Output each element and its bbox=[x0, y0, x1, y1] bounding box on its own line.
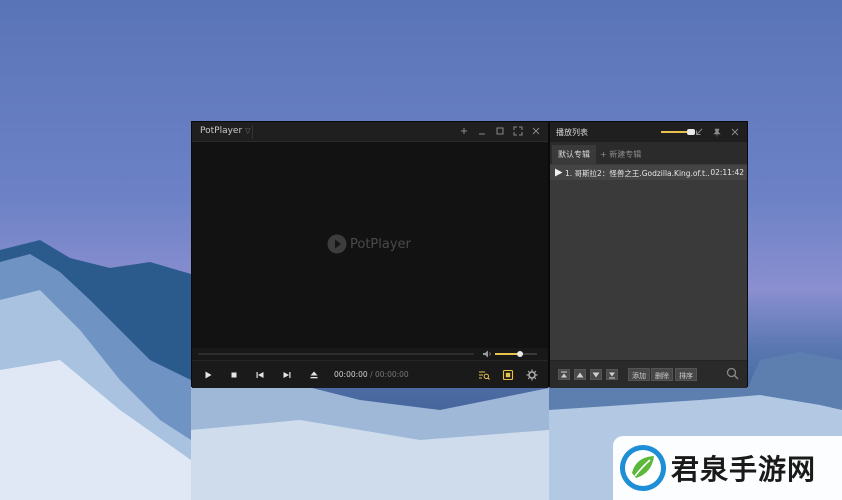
minimize-icon bbox=[479, 133, 485, 135]
playlist-titlebar[interactable]: 播放列表 bbox=[550, 122, 747, 142]
time-total: 00:00:00 bbox=[375, 370, 409, 379]
time-current: 00:00:00 bbox=[334, 370, 368, 379]
playlist-title: 播放列表 bbox=[556, 128, 588, 137]
arrow-down-left-icon bbox=[696, 128, 703, 135]
opacity-slider[interactable] bbox=[661, 129, 695, 135]
move-up-button[interactable] bbox=[574, 369, 586, 380]
right-toolbar bbox=[476, 367, 540, 383]
play-icon bbox=[205, 371, 212, 379]
maximize-button[interactable] bbox=[494, 125, 506, 137]
playlist-toggle-button[interactable] bbox=[476, 367, 492, 383]
potplayer-window: PotPlayer ▽ PotPlayer 00:00:00 / 00:00:0… bbox=[191, 121, 549, 388]
next-button[interactable] bbox=[279, 367, 295, 383]
leaf-logo-icon bbox=[620, 445, 666, 491]
list-item-title: 1. 哥斯拉2：怪兽之王.Godzilla.King.of.t... bbox=[565, 168, 710, 179]
search-icon[interactable] bbox=[726, 367, 739, 380]
move-top-icon bbox=[561, 371, 567, 377]
watermark-text: PotPlayer bbox=[350, 236, 411, 252]
player-titlebar[interactable]: PotPlayer ▽ bbox=[192, 122, 548, 142]
stop-icon bbox=[231, 372, 237, 378]
brand-label: PotPlayer bbox=[200, 126, 243, 136]
progress-row bbox=[192, 348, 548, 360]
minimize-button[interactable] bbox=[476, 125, 488, 137]
previous-button[interactable] bbox=[252, 367, 268, 383]
gear-icon bbox=[526, 369, 538, 381]
eject-icon bbox=[310, 371, 318, 379]
move-down-button[interactable] bbox=[590, 369, 602, 380]
time-display: 00:00:00 / 00:00:00 bbox=[334, 370, 409, 379]
volume-slider[interactable] bbox=[495, 351, 537, 357]
move-top-button[interactable] bbox=[558, 369, 570, 380]
volume-icon[interactable] bbox=[482, 349, 492, 359]
add-button[interactable]: 添加 bbox=[628, 368, 650, 381]
playlist-close-button[interactable] bbox=[729, 126, 741, 138]
playlist-window-controls bbox=[693, 126, 741, 138]
skip-previous-icon bbox=[256, 372, 264, 378]
chevron-down-icon: ▽ bbox=[245, 127, 251, 135]
playlist-toolbar: 添加 删除 排序 bbox=[550, 360, 747, 388]
stop-button[interactable] bbox=[226, 367, 242, 383]
time-separator: / bbox=[370, 370, 373, 379]
playlist-panel: 播放列表 默认专辑 + 新建专辑 1. 哥斯拉2：怪兽之王.Godzilla.K… bbox=[549, 121, 748, 388]
tab-default-album[interactable]: 默认专辑 bbox=[552, 145, 596, 164]
control-bar: 00:00:00 / 00:00:00 bbox=[192, 360, 548, 388]
close-icon bbox=[532, 127, 540, 135]
settings-button[interactable] bbox=[524, 367, 540, 383]
play-logo-icon bbox=[327, 234, 347, 254]
dock-button[interactable] bbox=[693, 126, 705, 138]
volume-handle[interactable] bbox=[517, 351, 524, 357]
list-item-name: 哥斯拉2：怪兽之王.Godzilla.King.of.t... bbox=[574, 169, 710, 178]
delete-button[interactable]: 删除 bbox=[651, 368, 673, 381]
arrow-down-icon bbox=[592, 372, 600, 377]
video-area[interactable]: PotPlayer bbox=[193, 143, 547, 347]
skip-next-icon bbox=[283, 372, 291, 378]
pin-button[interactable] bbox=[458, 125, 470, 137]
tab-new-album[interactable]: + 新建专辑 bbox=[594, 145, 647, 164]
seek-bar[interactable] bbox=[198, 353, 474, 355]
close-icon bbox=[731, 128, 739, 136]
arrow-up-icon bbox=[576, 372, 584, 377]
pin-icon bbox=[713, 128, 721, 137]
site-name: 君泉手游网 bbox=[671, 453, 817, 486]
album-tabs: 默认专辑 + 新建专辑 bbox=[550, 142, 747, 164]
list-item[interactable]: 1. 哥斯拉2：怪兽之王.Godzilla.King.of.t... 02:11… bbox=[550, 165, 747, 180]
fullscreen-icon bbox=[513, 126, 523, 136]
divider bbox=[252, 125, 253, 139]
list-item-duration: 02:11:42 bbox=[710, 168, 744, 177]
brand-menu[interactable]: PotPlayer ▽ bbox=[200, 126, 251, 136]
close-button[interactable] bbox=[530, 125, 542, 137]
playlist-items: 1. 哥斯拉2：怪兽之王.Godzilla.King.of.t... 02:11… bbox=[550, 164, 747, 360]
fullscreen-button[interactable] bbox=[512, 125, 524, 137]
now-playing-icon bbox=[555, 168, 563, 177]
pin-icon bbox=[461, 128, 467, 134]
list-item-index: 1. bbox=[565, 169, 573, 178]
play-button[interactable] bbox=[200, 367, 216, 383]
maximize-icon bbox=[496, 127, 504, 135]
site-logo: 君泉手游网 bbox=[613, 436, 842, 500]
move-bottom-icon bbox=[609, 372, 615, 378]
control-panel-button[interactable] bbox=[500, 367, 516, 383]
move-bottom-button[interactable] bbox=[606, 369, 618, 380]
window-controls bbox=[458, 125, 542, 137]
playlist-pin-button[interactable] bbox=[711, 126, 723, 138]
playlist-search-icon bbox=[479, 371, 490, 380]
open-file-button[interactable] bbox=[306, 367, 322, 383]
panel-icon bbox=[502, 369, 514, 381]
potplayer-watermark: PotPlayer bbox=[327, 234, 411, 254]
sort-button[interactable]: 排序 bbox=[675, 368, 697, 381]
